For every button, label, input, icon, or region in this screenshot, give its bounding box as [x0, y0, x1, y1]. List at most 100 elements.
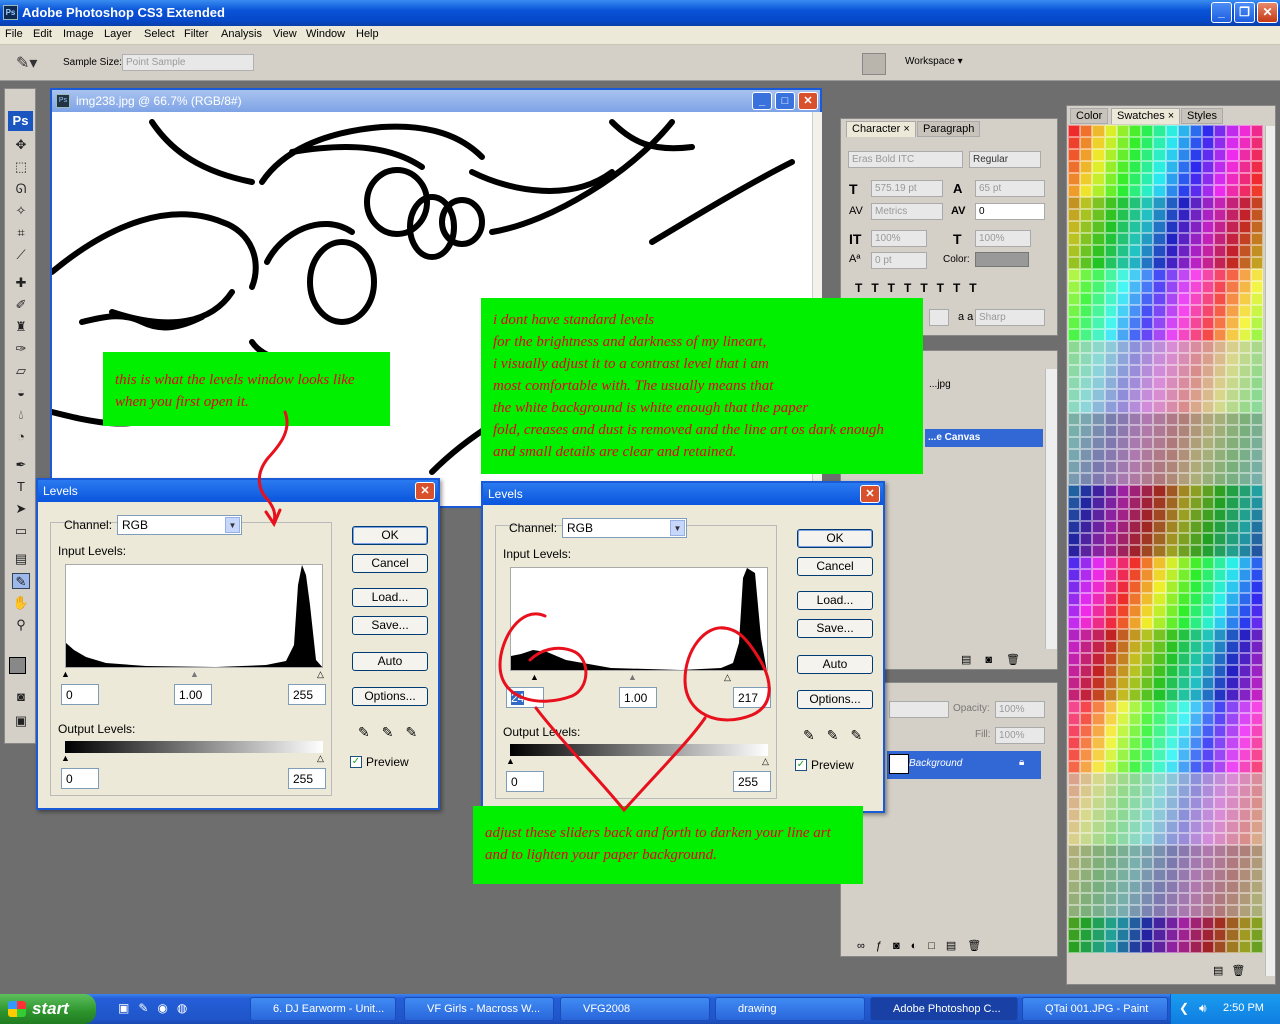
swatch[interactable]	[1153, 917, 1166, 929]
swatch[interactable]	[1104, 293, 1117, 305]
swatch[interactable]	[1153, 893, 1166, 905]
swatch[interactable]	[1080, 185, 1093, 197]
swatch[interactable]	[1116, 329, 1129, 341]
swatch[interactable]	[1202, 389, 1215, 401]
swatch[interactable]	[1214, 713, 1227, 725]
swatch[interactable]	[1092, 545, 1105, 557]
swatch[interactable]	[1080, 689, 1093, 701]
swatch[interactable]	[1177, 149, 1190, 161]
input-black-slider-2[interactable]: ▲	[530, 673, 539, 682]
swatch[interactable]	[1104, 245, 1117, 257]
swatch[interactable]	[1226, 269, 1239, 281]
swatch[interactable]	[1080, 821, 1093, 833]
swatch[interactable]	[1104, 557, 1117, 569]
swatch[interactable]	[1214, 341, 1227, 353]
swatch[interactable]	[1104, 929, 1117, 941]
input-white-slider-2[interactable]: △	[724, 673, 731, 682]
swatch[interactable]	[1214, 941, 1227, 953]
swatch[interactable]	[1141, 893, 1154, 905]
swatch[interactable]	[1092, 917, 1105, 929]
swatch[interactable]	[1141, 185, 1154, 197]
swatch[interactable]	[1165, 353, 1178, 365]
swatch[interactable]	[1202, 797, 1215, 809]
swatch[interactable]	[1092, 749, 1105, 761]
swatch[interactable]	[1068, 881, 1081, 893]
swatch[interactable]	[1068, 173, 1081, 185]
swatch[interactable]	[1177, 161, 1190, 173]
swatch[interactable]	[1177, 761, 1190, 773]
swatch[interactable]	[1202, 749, 1215, 761]
swatch[interactable]	[1214, 929, 1227, 941]
swatch[interactable]	[1104, 233, 1117, 245]
swatch[interactable]	[1092, 569, 1105, 581]
swatch[interactable]	[1177, 413, 1190, 425]
swatch[interactable]	[1068, 737, 1081, 749]
swatch[interactable]	[1068, 749, 1081, 761]
swatch[interactable]	[1116, 233, 1129, 245]
swatch[interactable]	[1141, 293, 1154, 305]
close-button[interactable]: ✕	[1257, 2, 1278, 23]
swatch[interactable]	[1238, 653, 1251, 665]
swatch[interactable]	[1092, 197, 1105, 209]
swatch[interactable]	[1189, 773, 1203, 785]
swatch[interactable]	[1141, 473, 1154, 485]
swatch[interactable]	[1141, 305, 1154, 317]
swatch[interactable]	[1153, 725, 1166, 737]
swatch[interactable]	[1104, 185, 1117, 197]
swatch[interactable]	[1214, 905, 1227, 917]
swatch[interactable]	[1092, 617, 1105, 629]
swatch[interactable]	[1141, 845, 1154, 857]
swatch[interactable]	[1153, 401, 1166, 413]
swatch[interactable]	[1092, 413, 1105, 425]
swatch[interactable]	[1153, 293, 1166, 305]
swatch[interactable]	[1250, 269, 1263, 281]
swatch[interactable]	[1092, 641, 1105, 653]
swatch[interactable]	[1250, 749, 1263, 761]
swatch[interactable]	[1189, 485, 1203, 497]
swatch[interactable]	[1165, 545, 1178, 557]
zoom-tool-icon[interactable]: ⚲	[12, 617, 30, 633]
swatch[interactable]	[1214, 293, 1227, 305]
notes-tool-icon[interactable]: ▤	[12, 551, 30, 567]
swatch[interactable]	[1092, 233, 1105, 245]
swatch[interactable]	[1068, 341, 1081, 353]
swatch[interactable]	[1177, 305, 1190, 317]
swatch[interactable]	[1104, 725, 1117, 737]
swatch[interactable]	[1092, 185, 1105, 197]
swatch[interactable]	[1104, 365, 1117, 377]
swatch[interactable]	[1238, 233, 1251, 245]
swatch[interactable]	[1214, 833, 1227, 845]
swatch[interactable]	[1226, 857, 1239, 869]
swatch[interactable]	[1250, 221, 1263, 233]
swatch[interactable]	[1226, 161, 1239, 173]
swatch[interactable]	[1238, 737, 1251, 749]
swatch[interactable]	[1238, 413, 1251, 425]
load-button-2[interactable]: Load...	[797, 591, 873, 610]
swatch[interactable]	[1189, 725, 1203, 737]
swatch[interactable]	[1177, 809, 1190, 821]
swatch[interactable]	[1104, 461, 1117, 473]
swatch[interactable]	[1202, 341, 1215, 353]
swatch[interactable]	[1128, 917, 1142, 929]
swatch[interactable]	[1128, 473, 1142, 485]
swatch[interactable]	[1214, 581, 1227, 593]
swatch[interactable]	[1177, 941, 1190, 953]
swatch[interactable]	[1238, 365, 1251, 377]
swatch[interactable]	[1104, 569, 1117, 581]
swatch[interactable]	[1250, 677, 1263, 689]
swatch[interactable]	[1189, 641, 1203, 653]
swatch[interactable]	[1080, 797, 1093, 809]
swatch[interactable]	[1202, 581, 1215, 593]
swatch[interactable]	[1177, 281, 1190, 293]
swatch[interactable]	[1214, 233, 1227, 245]
swatch[interactable]	[1068, 605, 1081, 617]
swatch[interactable]	[1165, 305, 1178, 317]
shape-tool-icon[interactable]: ▭	[12, 523, 30, 539]
swatch[interactable]	[1068, 413, 1081, 425]
input-gamma-field-2[interactable]: 1.00	[619, 687, 657, 708]
swatch[interactable]	[1250, 917, 1263, 929]
swatch[interactable]	[1202, 161, 1215, 173]
swatch[interactable]	[1153, 761, 1166, 773]
swatch[interactable]	[1116, 437, 1129, 449]
swatch[interactable]	[1080, 233, 1093, 245]
